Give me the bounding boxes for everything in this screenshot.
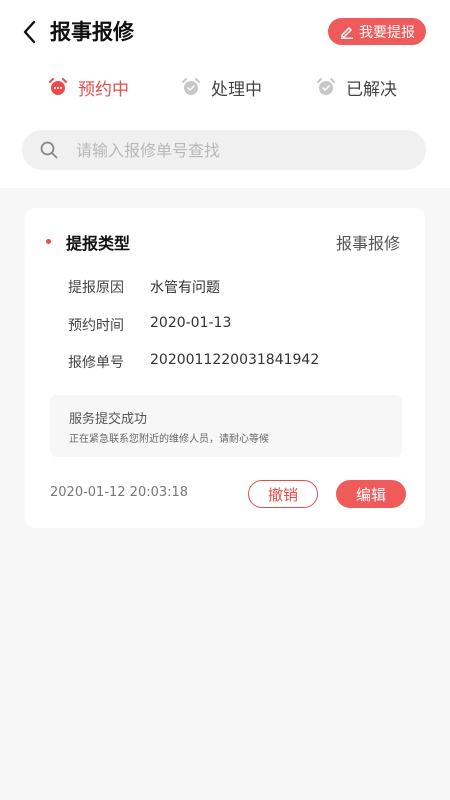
- card-type: 报事报修: [335, 234, 400, 253]
- status-tabs: 预约中 处理中 已解决: [0, 68, 450, 106]
- cancel-button[interactable]: 撤销: [248, 480, 318, 508]
- title-dot: [46, 239, 51, 244]
- search-input[interactable]: [76, 130, 406, 170]
- status-notice: 服务提交成功 正在紧急联系您附近的维修人员，请耐心等候: [50, 395, 402, 457]
- appointment-label: 预约时间: [68, 318, 124, 334]
- top-panel: 报事报修 我要提报 预约中 处理中 已解决 请输入报修单号查找: [0, 0, 450, 188]
- alarm-clock-icon: [49, 78, 67, 95]
- notice-subtitle: 正在紧急联系您附近的维修人员，请耐心等候: [69, 434, 269, 445]
- tab-resolved-label: 已解决: [346, 79, 397, 100]
- alarm-clock-icon: [317, 78, 335, 95]
- reason-label: 提报原因: [68, 280, 124, 296]
- search-icon: [40, 141, 58, 159]
- appointment-value: 2020-01-13: [150, 315, 232, 331]
- search-bar: [22, 130, 426, 170]
- reason-value: 水管有问题: [150, 280, 220, 296]
- submit-time: 2020-01-12 20:03:18: [50, 485, 189, 500]
- card-title: 提报类型: [66, 234, 131, 253]
- page-title: 报事报修: [50, 20, 134, 44]
- tab-booked[interactable]: 预约中: [48, 68, 129, 106]
- edit-button[interactable]: 编辑: [336, 480, 406, 508]
- pencil-icon: [341, 26, 353, 39]
- tab-processing-label: 处理中: [211, 79, 262, 100]
- notice-title: 服务提交成功: [69, 412, 148, 427]
- report-button[interactable]: 我要提报: [328, 18, 426, 45]
- alarm-clock-icon: [182, 78, 200, 95]
- order-number-value: 2020011220031841942: [150, 352, 320, 368]
- chevron-left-icon: [23, 20, 36, 44]
- tab-booked-label: 预约中: [78, 79, 129, 100]
- tab-resolved[interactable]: 已解决: [316, 68, 397, 106]
- report-button-label: 我要提报: [359, 24, 415, 41]
- order-number-label: 报修单号: [68, 355, 124, 371]
- order-card[interactable]: 提报类型 报事报修 提报原因 水管有问题 预约时间 2020-01-13 报修单…: [25, 208, 425, 528]
- back-button[interactable]: [16, 18, 44, 46]
- tab-processing[interactable]: 处理中: [181, 68, 262, 106]
- header-bar: 报事报修 我要提报: [0, 12, 450, 52]
